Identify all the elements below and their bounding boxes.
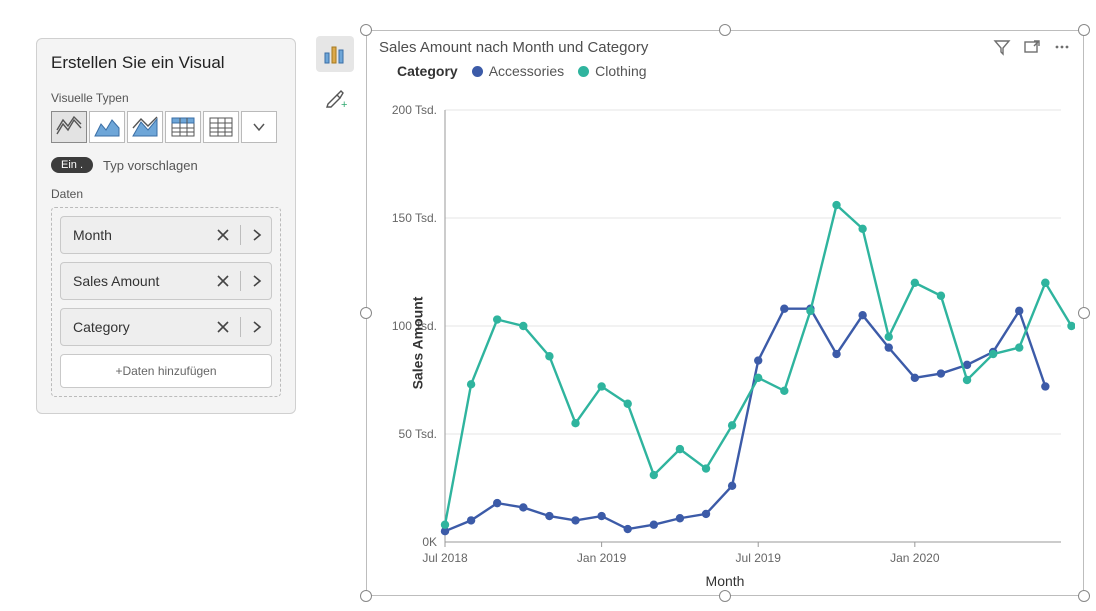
field-pill-sales-amount[interactable]: Sales Amount (60, 262, 272, 300)
chevron-down-icon (252, 120, 266, 134)
divider (240, 225, 241, 245)
y-axis-label: Sales Amount (409, 297, 425, 390)
pill-actions (216, 317, 263, 337)
field-label: Category (73, 319, 216, 335)
svg-text:Jul 2019: Jul 2019 (736, 551, 782, 565)
paintbrush-icon: + (323, 86, 347, 110)
legend-item-accessories[interactable]: Accessories (472, 63, 564, 79)
field-pill-category[interactable]: Category (60, 308, 272, 346)
format-pane-button[interactable]: + (316, 80, 354, 116)
visual-types-more[interactable] (241, 111, 277, 143)
matrix-icon (208, 116, 234, 138)
combo-chart-icon (132, 116, 158, 138)
remove-field-icon[interactable] (216, 228, 230, 242)
build-pane-button[interactable] (316, 36, 354, 72)
x-axis-label: Month (706, 573, 745, 589)
resize-handle-tm[interactable] (719, 24, 731, 36)
pill-actions (216, 225, 263, 245)
table-icon (170, 116, 196, 138)
field-menu-icon[interactable] (251, 320, 263, 334)
remove-field-icon[interactable] (216, 274, 230, 288)
svg-text:50 Tsd.: 50 Tsd. (399, 427, 437, 441)
visual-type-line-chart[interactable] (51, 111, 87, 143)
suggest-row: Ein . Typ vorschlagen (51, 157, 281, 173)
build-visual-panel: Erstellen Sie ein Visual Visuelle Typen (36, 38, 296, 414)
svg-text:0K: 0K (422, 535, 437, 549)
svg-text:Jan 2020: Jan 2020 (890, 551, 940, 565)
svg-text:200 Tsd.: 200 Tsd. (392, 103, 437, 117)
filter-icon[interactable] (993, 38, 1011, 56)
visual-type-area-chart[interactable] (89, 111, 125, 143)
svg-text:+: + (341, 99, 347, 110)
divider (240, 271, 241, 291)
chart-visual[interactable]: Sales Amount nach Month und Category Cat… (366, 30, 1084, 596)
visual-type-matrix[interactable] (203, 111, 239, 143)
line-chart-svg: 0K50 Tsd.100 Tsd.150 Tsd.200 Tsd.Jul 201… (375, 99, 1075, 587)
resize-handle-tr[interactable] (1078, 24, 1090, 36)
divider (240, 317, 241, 337)
legend: Category Accessories Clothing (367, 63, 1083, 83)
resize-handle-tl[interactable] (360, 24, 372, 36)
chart-title: Sales Amount nach Month und Category (379, 39, 981, 56)
suggest-text: Typ vorschlagen (103, 158, 198, 173)
data-section-label: Daten (51, 187, 281, 201)
legend-label: Accessories (489, 63, 564, 79)
svg-text:Jul 2018: Jul 2018 (422, 551, 468, 565)
visual-type-combo-chart[interactable] (127, 111, 163, 143)
area-chart-icon (94, 116, 120, 138)
add-data-button[interactable]: +Daten hinzufügen (60, 354, 272, 388)
legend-label: Clothing (595, 63, 646, 79)
data-field-well[interactable]: Month Sales Amount Category +Daten h (51, 207, 281, 397)
field-menu-icon[interactable] (251, 274, 263, 288)
resize-handle-bl[interactable] (360, 590, 372, 602)
visual-types-row (51, 111, 281, 143)
fields-icon (323, 43, 347, 65)
resize-handle-ml[interactable] (360, 307, 372, 319)
more-options-icon[interactable] (1053, 38, 1071, 56)
svg-text:150 Tsd.: 150 Tsd. (392, 211, 437, 225)
resize-handle-mr[interactable] (1078, 307, 1090, 319)
resize-handle-bm[interactable] (719, 590, 731, 602)
remove-field-icon[interactable] (216, 320, 230, 334)
build-panel-title: Erstellen Sie ein Visual (51, 53, 281, 73)
line-chart-icon (56, 116, 82, 138)
svg-text:Jan 2019: Jan 2019 (577, 551, 627, 565)
visual-pane-toolbar: + (316, 36, 356, 116)
field-label: Month (73, 227, 216, 243)
visual-type-table[interactable] (165, 111, 201, 143)
plot-area: Sales Amount Month 0K50 Tsd.100 Tsd.150 … (375, 99, 1075, 587)
field-pill-month[interactable]: Month (60, 216, 272, 254)
field-label: Sales Amount (73, 273, 216, 289)
visual-types-label: Visuelle Typen (51, 91, 281, 105)
resize-handle-br[interactable] (1078, 590, 1090, 602)
legend-item-clothing[interactable]: Clothing (578, 63, 646, 79)
legend-title: Category (397, 63, 458, 79)
focus-mode-icon[interactable] (1023, 38, 1041, 56)
legend-dot-icon (472, 66, 483, 77)
pill-actions (216, 271, 263, 291)
field-menu-icon[interactable] (251, 228, 263, 242)
legend-dot-icon (578, 66, 589, 77)
suggest-toggle[interactable]: Ein . (51, 157, 93, 173)
